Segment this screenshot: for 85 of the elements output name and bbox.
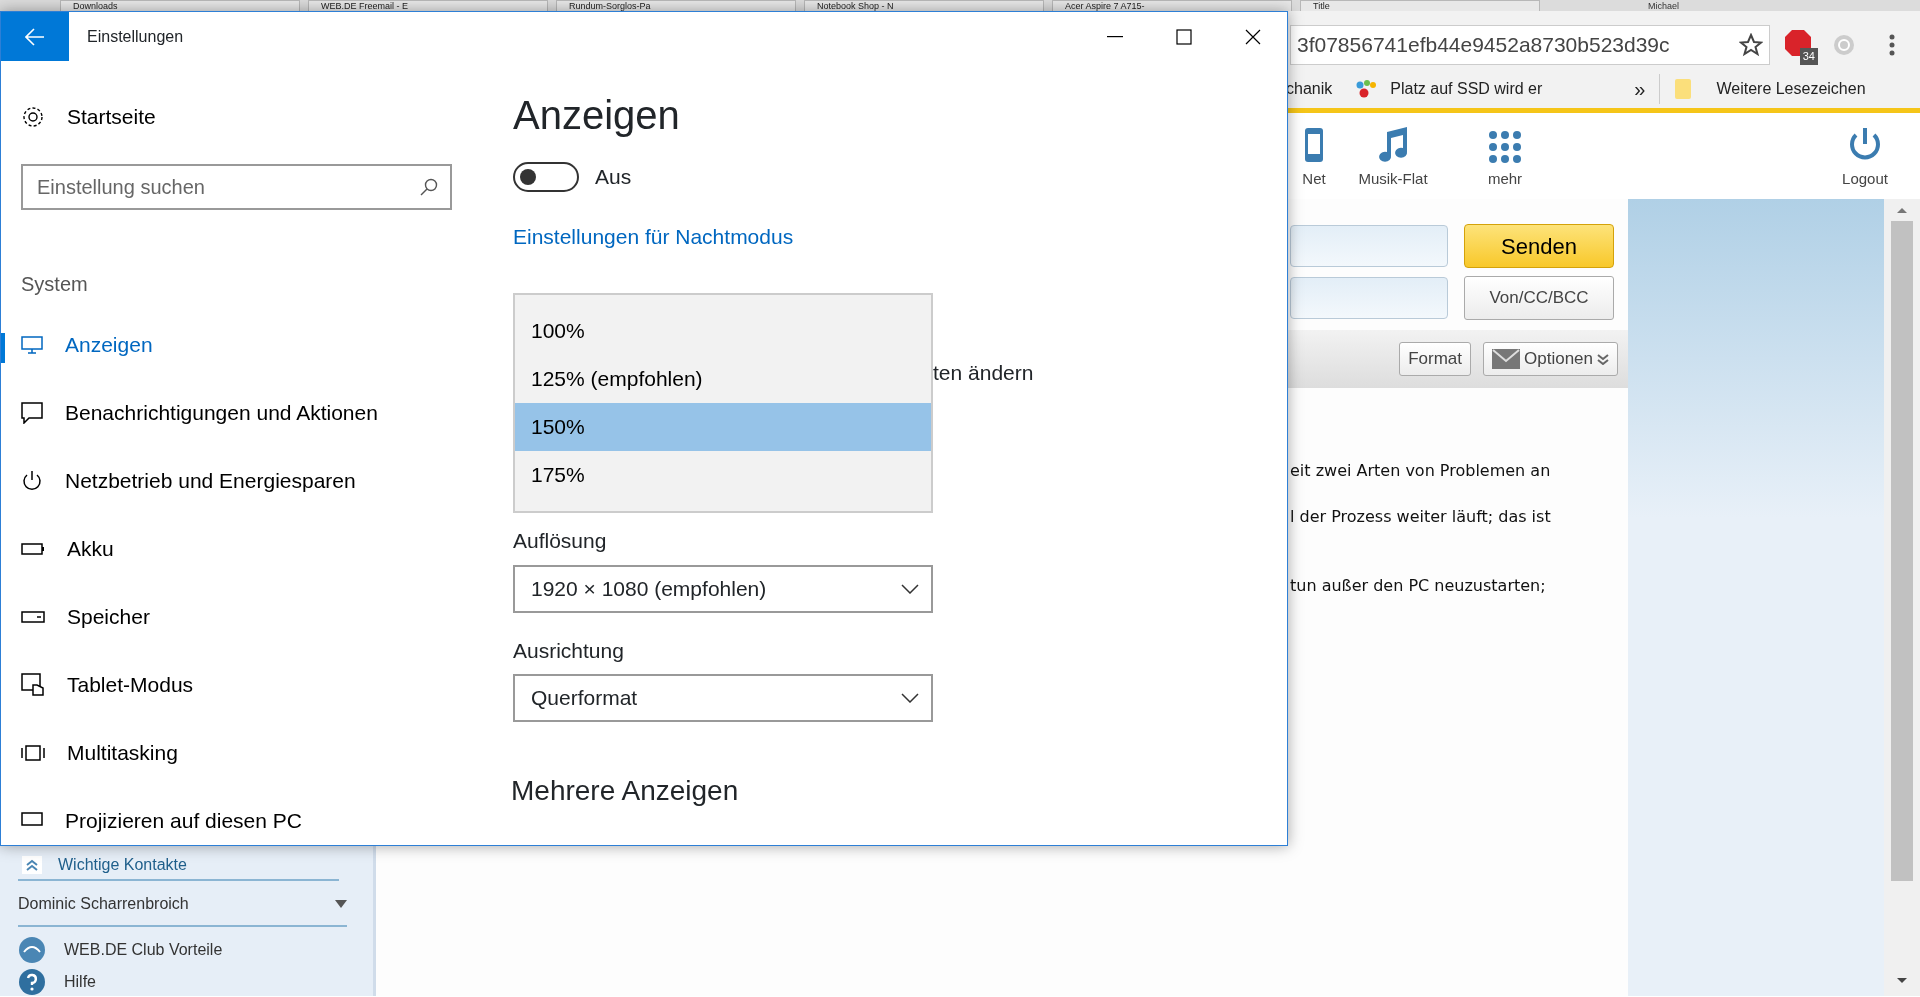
group-heading: System: [21, 272, 88, 297]
nav-item[interactable]: Multitasking: [21, 719, 471, 787]
nav-item[interactable]: Tablet-Modus: [21, 651, 471, 719]
nav-item[interactable]: Speicher: [21, 583, 471, 651]
nav-item[interactable]: Net: [1292, 124, 1336, 191]
search-icon: [420, 178, 438, 196]
back-arrow-icon: [25, 27, 45, 46]
dropdown-option[interactable]: 150%: [515, 403, 931, 451]
browser-tab[interactable]: Title: [1300, 0, 1540, 11]
nav-item[interactable]: Netzbetrieb und Energiesparen: [21, 447, 471, 515]
monitor-icon: [21, 336, 43, 354]
scale-label: ten ändern: [933, 360, 1034, 386]
message-text: l der Prozess weiter läuft; das ist: [1290, 506, 1552, 528]
chevron-down-icon: [901, 693, 919, 703]
browser-tab[interactable]: Acer Aspire 7 A715-: [1052, 0, 1292, 11]
dropdown-option[interactable]: 125% (empfohlen): [515, 355, 931, 403]
help-icon: [18, 968, 46, 996]
chevron-down-icon: [901, 583, 919, 594]
folder-icon: [1674, 78, 1693, 100]
search-field[interactable]: Einstellung suchen: [21, 164, 452, 210]
browser-tab[interactable]: Downloads: [60, 0, 300, 11]
field-label: Ausrichtung: [513, 637, 624, 664]
menu-icon[interactable]: [1888, 32, 1896, 57]
dropdown-option[interactable]: 175%: [515, 451, 931, 499]
star-icon[interactable]: [1739, 32, 1763, 57]
night-light-link[interactable]: Einstellungen für Nachtmodus: [513, 220, 794, 252]
collapse-icon[interactable]: [22, 856, 42, 874]
contact-name[interactable]: Dominic Scharrenbroich: [18, 892, 189, 916]
dots-icon: [1354, 79, 1377, 99]
format-button[interactable]: Format: [1399, 342, 1471, 376]
phone-icon: [1303, 125, 1325, 164]
resolution-dropdown[interactable]: 1920 × 1080 (empfohlen): [513, 564, 933, 613]
close-icon: [1244, 28, 1261, 45]
chevron-icon: [1597, 353, 1609, 365]
club-badge-icon: [18, 936, 46, 964]
extension-badge: 34: [1799, 48, 1818, 65]
message-icon: [21, 402, 43, 424]
caret-icon[interactable]: [335, 900, 347, 908]
drive-icon: [21, 611, 45, 623]
nav-item[interactable]: Akku: [21, 515, 471, 583]
power-icon: [21, 470, 43, 492]
profile-name[interactable]: Michael: [1648, 1, 1679, 11]
nav-item[interactable]: Logout: [1815, 124, 1915, 191]
battery-icon: [21, 543, 45, 555]
settings-icon: [21, 105, 45, 129]
browser-tab[interactable]: Rundum-Sorglos-Pa: [556, 0, 796, 11]
toggle-label: Aus: [595, 164, 632, 190]
envelope-icon: [1492, 349, 1520, 369]
dropdown-option[interactable]: 100%: [515, 307, 931, 355]
tablet-icon: [21, 673, 45, 697]
scrollbar-thumb[interactable]: [1891, 221, 1913, 881]
browser-tab[interactable]: Notebook Shop - N: [804, 0, 1044, 11]
nav-item[interactable]: Projizieren auf diesen PC: [21, 787, 471, 845]
browser-tab[interactable]: WEB.DE Freemail - E: [308, 0, 548, 11]
recipient-field[interactable]: [1290, 225, 1448, 267]
bookmark-folder[interactable]: Weitere Lesezeichen: [1716, 77, 1866, 101]
sidebar-link[interactable]: WEB.DE Club Vorteile: [18, 936, 223, 964]
send-button[interactable]: Senden: [1464, 224, 1614, 268]
field-label: Auflösung: [513, 528, 607, 554]
message-text: tun außer den PC neuzustarten;: [1290, 575, 1547, 597]
bookmark-link[interactable]: chanik: [1286, 77, 1333, 101]
bookmark-link[interactable]: Platz auf SSD wird er: [1390, 77, 1543, 101]
sidebar-link[interactable]: Hilfe: [18, 968, 96, 996]
options-button[interactable]: Optionen: [1483, 342, 1618, 376]
multitask-icon: [21, 745, 45, 761]
minimize-icon: [1106, 35, 1123, 38]
cc-button[interactable]: Von/CC/BCC: [1464, 276, 1614, 320]
nav-item[interactable]: Benachrichtigungen und Aktionen: [21, 379, 471, 447]
nav-item[interactable]: mehr: [1455, 128, 1555, 191]
nav-item[interactable]: Musik-Flat: [1343, 122, 1443, 191]
section-heading: Mehrere Anzeigen: [511, 774, 740, 808]
message-text: eit zwei Arten von Problemen an: [1290, 460, 1552, 482]
section-heading[interactable]: Wichtige Kontakte: [58, 853, 187, 877]
more-bookmarks-button[interactable]: »: [1634, 74, 1661, 104]
url-text: 3f07856741efb44e9452a8730b523d39c: [1297, 31, 1671, 58]
page-heading: Anzeigen: [513, 92, 681, 139]
back-button[interactable]: [1, 12, 69, 61]
subject-field[interactable]: [1290, 277, 1448, 319]
window-title: Einstellungen: [87, 26, 185, 47]
address-bar[interactable]: 3f07856741efb44e9452a8730b523d39c: [1290, 24, 1770, 65]
orientation-dropdown[interactable]: Querformat: [513, 674, 933, 722]
toggle-switch[interactable]: [513, 161, 579, 192]
home-link[interactable]: Startseite: [21, 94, 471, 140]
grid-icon: [1488, 129, 1522, 164]
maximize-icon: [1175, 28, 1192, 45]
